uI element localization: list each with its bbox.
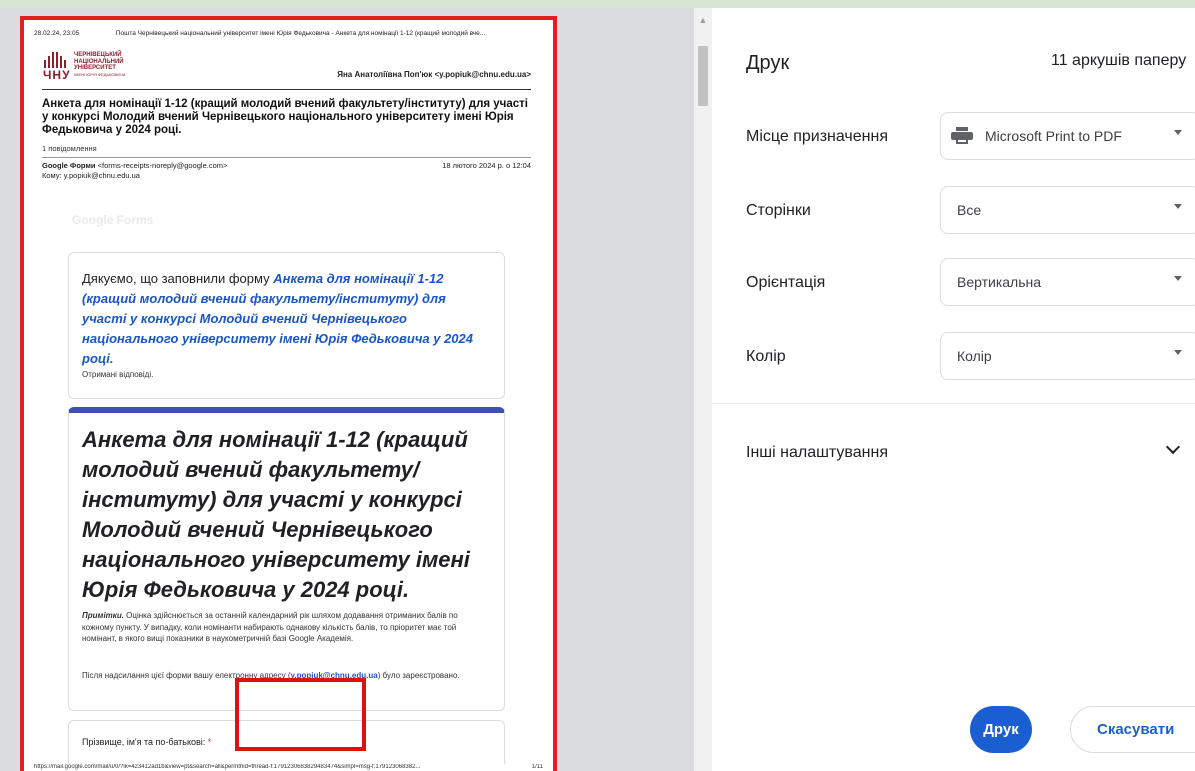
top-strip — [0, 0, 1195, 8]
logo-mark-icon — [42, 50, 68, 68]
form-header-card: Анкета для номінації 1-12 (кращий молоди… — [68, 407, 505, 711]
orientation-select[interactable]: Вертикальна — [940, 258, 1195, 306]
page-footer: https://mail.google.com/mail/u/0/?ik=423… — [34, 764, 543, 771]
chevron-down-icon[interactable] — [1165, 439, 1181, 455]
pages-label: Сторінки — [746, 202, 811, 219]
page-header: 28.02.24, 23:05 Пошта Чернівецький націо… — [34, 30, 543, 37]
email-subject: Анкета для номінації 1-12 (кращий молоди… — [42, 98, 528, 136]
thanks-text: Дякуємо, що заповнили форму Анкета для н… — [82, 269, 487, 369]
more-settings-toggle[interactable]: Інші налаштування — [746, 444, 888, 462]
print-button[interactable]: Друк — [970, 706, 1032, 753]
note-label: Примітки. — [82, 611, 124, 620]
form-title: Анкета для номінації 1-12 (кращий молоди… — [82, 427, 470, 602]
sheet-count: 11 аркушів паперу — [1051, 52, 1187, 69]
account-name: Яна Анатоліївна Поп'юк <y.popiuk@chnu.ed… — [337, 70, 531, 79]
preview-scrollbar[interactable]: ▲ — [694, 8, 712, 771]
color-select[interactable]: Колір — [940, 332, 1195, 380]
destination-value: Microsoft Print to PDF — [985, 128, 1122, 144]
panel-title: Друк — [746, 52, 790, 74]
chevron-down-icon — [1174, 276, 1182, 281]
form-note: Примітки. Оцінка здійснюється за останні… — [82, 610, 482, 645]
preview-page: 28.02.24, 23:05 Пошта Чернівецький націо… — [20, 16, 557, 771]
question-text: Прізвище, ім'я та по-батькові: * — [82, 737, 211, 747]
scroll-up-icon[interactable]: ▲ — [694, 14, 712, 26]
logo-line: ЧЕРНІВЕЦЬКИЙ — [74, 52, 122, 58]
orientation-label: Орієнтація — [746, 274, 826, 291]
chevron-down-icon — [1174, 130, 1182, 135]
chevron-down-icon — [1174, 350, 1182, 355]
divider — [712, 403, 1195, 404]
scroll-thumb[interactable] — [698, 46, 708, 106]
logo-text: ЧЕРНІВЕЦЬКИЙ НАЦІОНАЛЬНИЙ УНІВЕРСИТЕТ ІМ… — [74, 52, 125, 78]
print-settings-panel: Друк 11 аркушів паперу Місце призначення… — [712, 8, 1195, 771]
thanks-prefix: Дякуємо, що заповнили форму — [82, 271, 274, 286]
logo-abbr: ЧНУ — [43, 68, 71, 82]
page-header-title: Пошта Чернівецький національний універси… — [115, 30, 486, 37]
email-from: Google Форми <forms-receipts-noreply@goo… — [42, 161, 227, 170]
footer-url: https://mail.google.com/mail/u/0/?ik=423… — [34, 764, 421, 770]
note-text: Оцінка здійснюється за останній календар… — [82, 611, 458, 643]
question-label: Прізвище, ім'я та по-батькові: — [82, 737, 208, 747]
required-mark: * — [207, 737, 212, 747]
color-label: Колір — [746, 348, 786, 365]
from-email: <forms-receipts-noreply@google.com> — [97, 161, 228, 170]
print-preview-area: 28.02.24, 23:05 Пошта Чернівецький націо… — [0, 8, 712, 771]
email-to: Кому: y.popiuk@chnu.edu.ua — [42, 171, 140, 180]
thanks-card: Дякуємо, що заповнили форму Анкета для н… — [68, 252, 505, 399]
printer-icon — [951, 127, 973, 145]
cancel-button[interactable]: Скасувати — [1070, 706, 1195, 753]
destination-label: Місце призначення — [746, 128, 888, 145]
divider — [42, 157, 531, 158]
chevron-down-icon — [1174, 204, 1182, 209]
logo-sub: ІМЕНІ ЮРІЯ ФЕДЬКОВИЧА — [74, 71, 126, 77]
pages-value: Все — [957, 202, 982, 218]
print-button-highlight — [235, 678, 366, 751]
destination-select[interactable]: Microsoft Print to PDF — [940, 112, 1195, 160]
received-text: Отримані відповіді. — [82, 370, 154, 379]
google-forms-logo: Google Forms — [72, 213, 154, 227]
from-name: Google Форми — [42, 161, 96, 170]
page-header-date: 28.02.24, 23:05 — [34, 30, 80, 37]
footer-page-number: 1/11 — [525, 764, 543, 770]
orientation-value: Вертикальна — [957, 274, 1042, 290]
university-logo: ЧНУ ЧЕРНІВЕЦЬКИЙ НАЦІОНАЛЬНИЙ УНІВЕРСИТЕ… — [42, 50, 152, 82]
message-count: 1 повідомлення — [42, 144, 97, 153]
logo-line: УНІВЕРСИТЕТ — [74, 65, 116, 71]
email-date: 18 лютого 2024 р. о 12:04 — [442, 161, 531, 170]
email-note-suffix: ) було зареєстровано. — [377, 671, 460, 680]
color-value: Колір — [957, 348, 992, 364]
divider — [42, 89, 531, 90]
pages-select[interactable]: Все — [940, 186, 1195, 234]
logo-line: НАЦІОНАЛЬНИЙ — [74, 58, 124, 65]
